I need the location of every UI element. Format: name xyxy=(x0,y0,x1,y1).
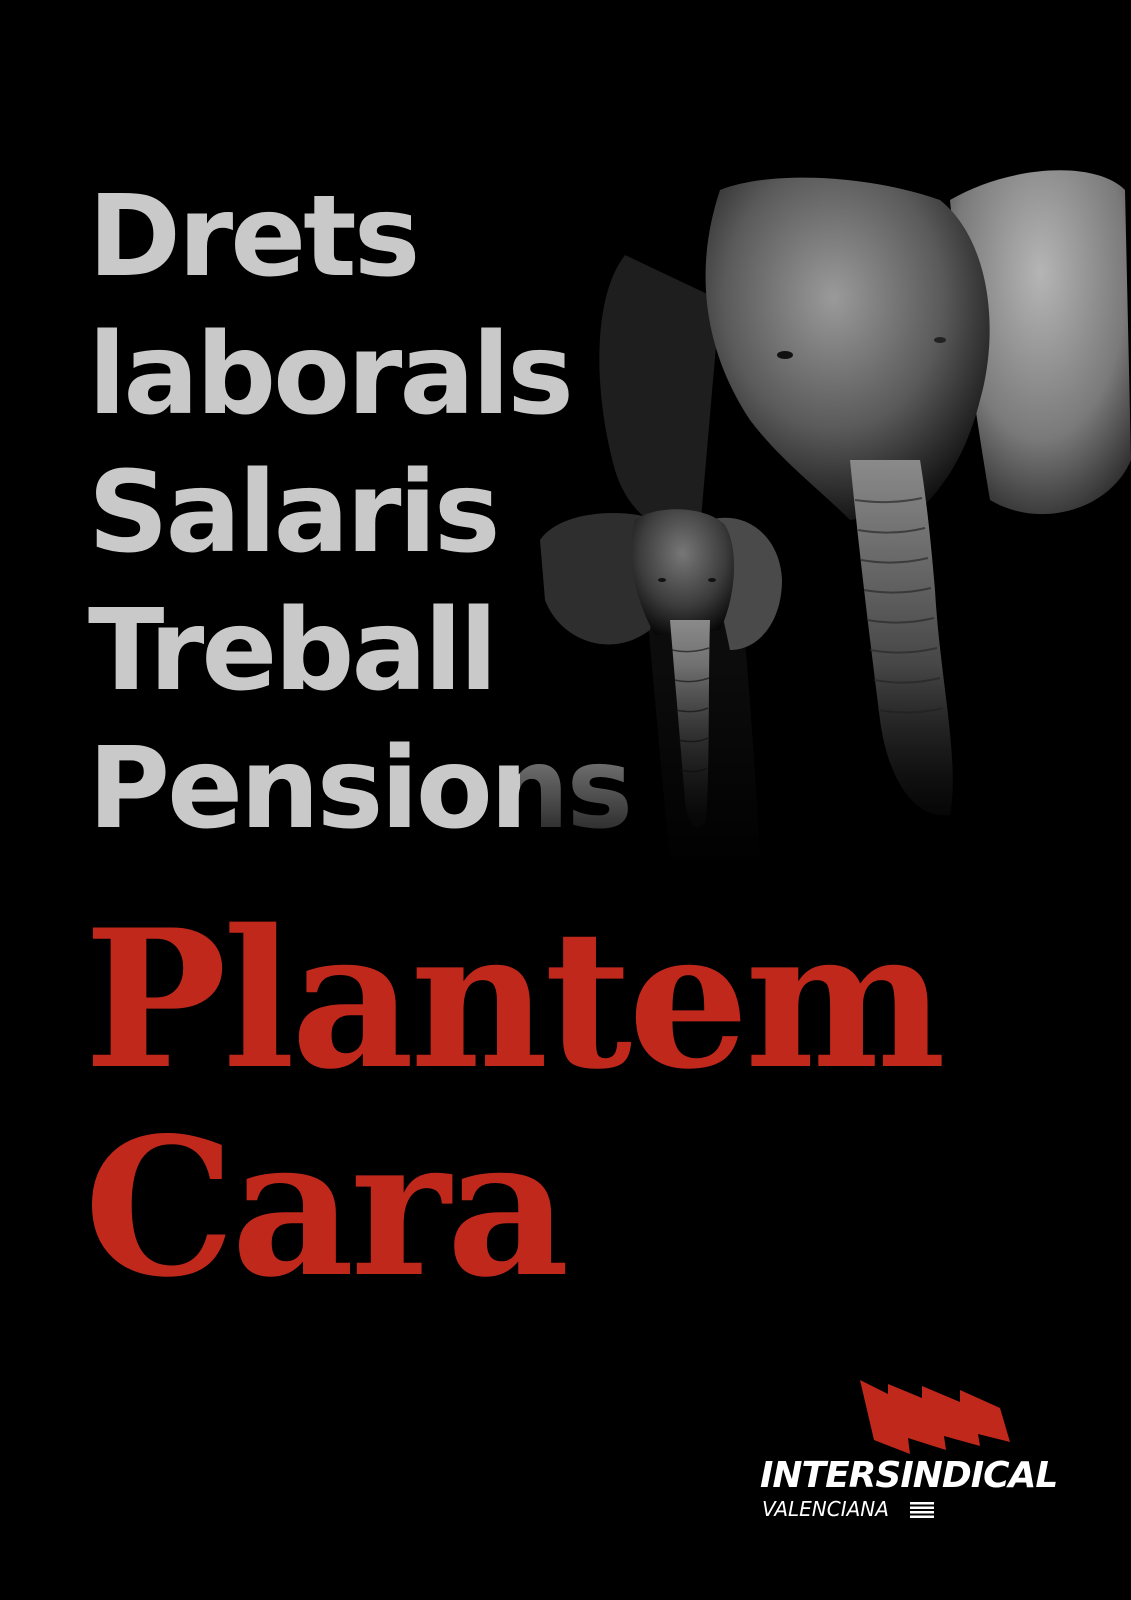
poster: Drets laborals Salaris Treball Pensions xyxy=(0,0,1131,1600)
logo-name: INTERSINDICAL xyxy=(760,1455,1058,1496)
slogan-line-2: Cara xyxy=(84,1096,570,1319)
logo-subtitle: VALENCIANA xyxy=(762,1497,889,1521)
slogan: Plantem Cara xyxy=(84,888,946,1319)
slogan-line-1: Plantem xyxy=(84,888,946,1111)
lines-icon xyxy=(910,1502,934,1518)
intersindical-logo: INTERSINDICAL VALENCIANA xyxy=(760,1380,1060,1530)
flag-icon xyxy=(860,1380,1010,1454)
elephants-image xyxy=(520,160,1131,880)
